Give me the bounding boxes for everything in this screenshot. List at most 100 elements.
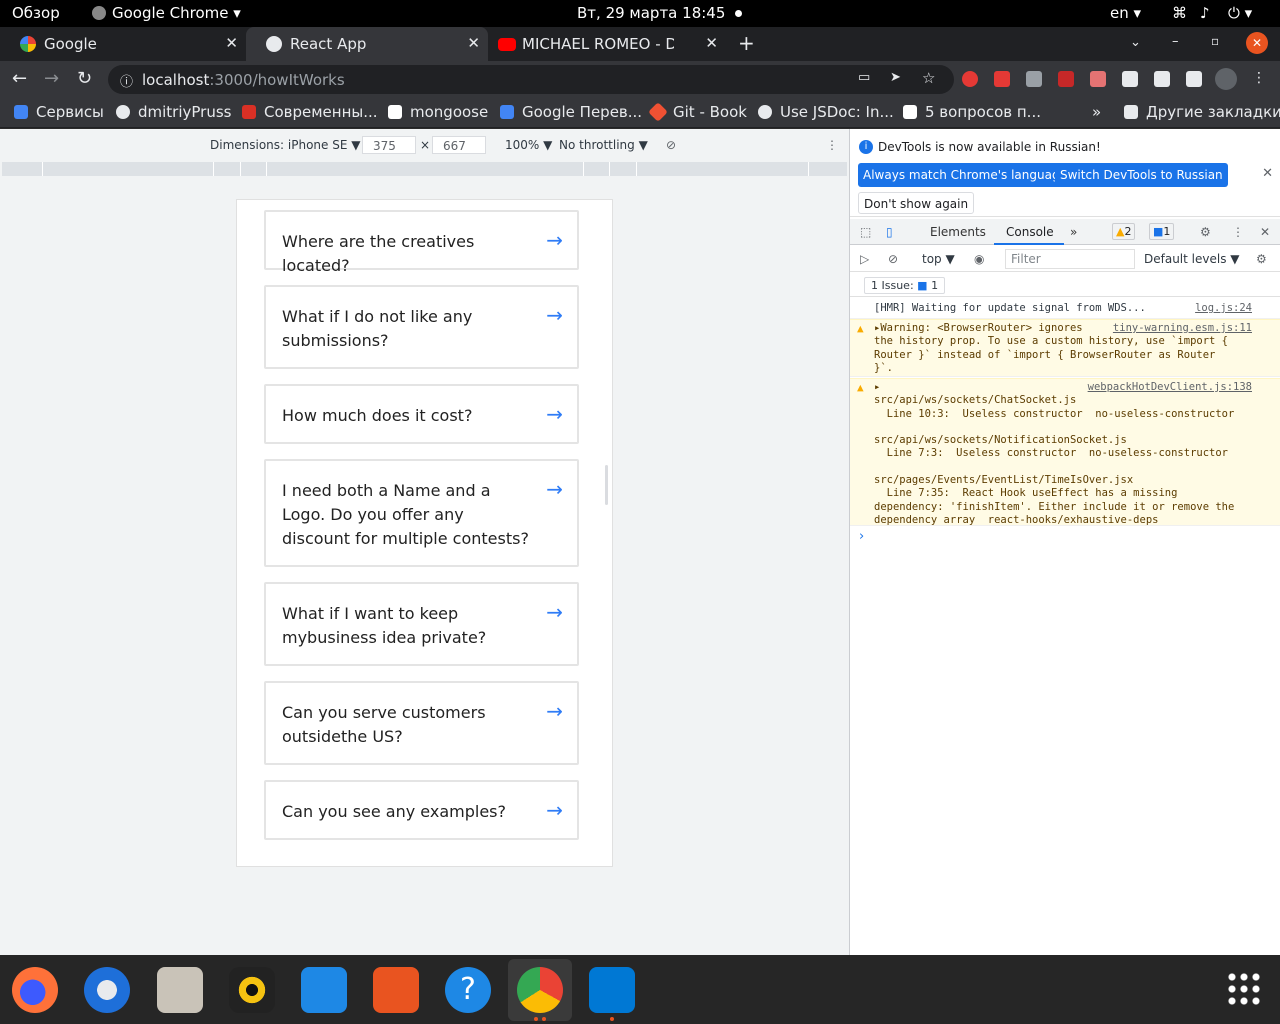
faq-item[interactable]: How much does it cost? →: [264, 384, 579, 444]
levels-select[interactable]: Default levels ▼: [1144, 252, 1240, 266]
faq-item[interactable]: What if I do not like any submissions? →: [264, 285, 579, 369]
bookmark-item[interactable]: Современны...: [242, 103, 378, 121]
install-icon[interactable]: ▭: [858, 70, 870, 85]
writer-icon[interactable]: [301, 967, 347, 1013]
console-warning[interactable]: ▲ ▸Warning: <BrowserRouter> ignores the …: [850, 319, 1280, 377]
throttling-select[interactable]: No throttling ▼: [559, 138, 648, 152]
vscode-icon[interactable]: [589, 967, 635, 1013]
more-tabs-icon[interactable]: »: [1070, 225, 1077, 239]
faq-item[interactable]: Where are the creatives located? →: [264, 210, 579, 275]
extension-icon[interactable]: [1058, 71, 1074, 87]
extension-icon[interactable]: [994, 71, 1010, 87]
messages-badge[interactable]: ■1: [1149, 223, 1175, 240]
language-indicator[interactable]: en ▾: [1110, 4, 1141, 22]
sidepanel-icon[interactable]: [1186, 71, 1202, 87]
faq-item[interactable]: Can you serve customers outsidethe US? →: [264, 681, 579, 765]
close-window-icon[interactable]: ✕: [1246, 32, 1268, 54]
power-icon[interactable]: ⏻ ▾: [1228, 4, 1252, 22]
bookmark-item[interactable]: dmitriyPruss: [116, 103, 231, 121]
bookmark-item[interactable]: Use JSDoc: In...: [758, 103, 894, 121]
warnings-badge[interactable]: ▲2: [1112, 223, 1136, 240]
menu-icon[interactable]: ⋮: [1252, 70, 1266, 86]
close-tab-icon[interactable]: ✕: [467, 34, 480, 52]
bookmark-item[interactable]: 5 вопросов п...: [903, 103, 1041, 121]
clear-console-icon[interactable]: ⊘: [888, 252, 898, 266]
other-bookmarks[interactable]: Другие закладки: [1124, 103, 1280, 121]
rhythmbox-icon[interactable]: [229, 967, 275, 1013]
match-language-button[interactable]: Always match Chrome's language: [858, 163, 1072, 187]
thunderbird-icon[interactable]: [84, 967, 130, 1013]
width-input[interactable]: 375: [362, 136, 416, 154]
filter-input[interactable]: Filter: [1005, 249, 1135, 269]
settings-icon[interactable]: ⚙: [1200, 225, 1211, 239]
firefox-icon[interactable]: [12, 967, 58, 1013]
bookmark-item[interactable]: mongoose: [388, 103, 488, 121]
tab-youtube[interactable]: MICHAEL ROMEO - Div ✕: [488, 27, 728, 61]
close-devtools-icon[interactable]: ✕: [1260, 225, 1270, 239]
extension-icon[interactable]: [1090, 71, 1106, 87]
bookmarks-overflow[interactable]: »: [1092, 103, 1101, 121]
media-icon[interactable]: [1154, 71, 1170, 87]
dont-show-again-button[interactable]: Don't show again: [858, 192, 975, 214]
maximize-icon[interactable]: ▫: [1211, 34, 1219, 48]
software-center-icon[interactable]: [373, 967, 419, 1013]
site-info-icon[interactable]: ⓘ: [120, 71, 133, 90]
minimize-icon[interactable]: –: [1172, 34, 1179, 49]
address-bar[interactable]: ⓘ localhost:3000/howItWorks ▭ ➤ ☆: [108, 65, 954, 94]
tab-google[interactable]: Google ✕: [0, 27, 246, 61]
extension-icon[interactable]: [1026, 71, 1042, 87]
source-link[interactable]: webpackHotDevClient.js:138: [1087, 381, 1252, 395]
tab-react-app[interactable]: React App ✕: [246, 27, 488, 61]
close-infobar-icon[interactable]: ✕: [1262, 166, 1273, 181]
rotate-icon[interactable]: ⊘: [666, 138, 676, 152]
adblock-icon[interactable]: [962, 71, 978, 87]
faq-item[interactable]: Can you see any examples? →: [264, 780, 579, 840]
show-apps-icon[interactable]: [1226, 971, 1262, 1007]
new-tab-button[interactable]: +: [738, 31, 755, 55]
forward-icon[interactable]: →: [44, 68, 59, 89]
bookmark-star-icon[interactable]: ☆: [922, 69, 935, 87]
resize-handle[interactable]: [605, 465, 608, 505]
close-tab-icon[interactable]: ✕: [705, 34, 718, 52]
context-select[interactable]: top ▼: [922, 252, 955, 266]
chrome-icon[interactable]: [517, 967, 563, 1013]
share-icon[interactable]: ➤: [890, 70, 901, 85]
source-link[interactable]: log.js:24: [1195, 302, 1252, 315]
help-icon[interactable]: ?: [445, 967, 491, 1013]
volume-icon[interactable]: ♪: [1200, 4, 1210, 22]
console-settings-icon[interactable]: ⚙: [1256, 252, 1267, 266]
close-tab-icon[interactable]: ✕: [225, 34, 238, 52]
clock[interactable]: Вт, 29 марта 18:45: [577, 4, 743, 22]
source-link[interactable]: tiny-warning.esm.js:11: [1112, 322, 1252, 336]
sidebar-toggle-icon[interactable]: ▷: [860, 252, 869, 266]
more-options-icon[interactable]: ⋮: [826, 138, 838, 152]
tab-elements[interactable]: Elements: [930, 225, 986, 239]
bookmark-item[interactable]: Git - Book: [648, 102, 747, 122]
dimensions-select[interactable]: Dimensions: iPhone SE ▼: [210, 138, 360, 152]
faq-item[interactable]: I need both a Name and a Logo. Do you of…: [264, 459, 579, 567]
app-menu[interactable]: Google Chrome ▾: [92, 4, 241, 22]
zoom-select[interactable]: 100% ▼: [505, 138, 552, 152]
avatar[interactable]: [1215, 68, 1237, 90]
switch-to-russian-button[interactable]: Switch DevTools to Russian: [1055, 163, 1228, 187]
tab-console[interactable]: Console: [1006, 225, 1054, 239]
reload-icon[interactable]: ↻: [77, 68, 92, 89]
eye-icon[interactable]: ◉: [974, 252, 984, 266]
puzzle-icon[interactable]: [1122, 71, 1138, 87]
files-icon[interactable]: [157, 967, 203, 1013]
inspect-icon[interactable]: ⬚: [860, 225, 871, 239]
console-prompt[interactable]: ›: [859, 529, 864, 544]
media-query-ruler[interactable]: [2, 162, 847, 176]
console-warning[interactable]: ▲ ▸ src/api/ws/sockets/ChatSocket.js Lin…: [850, 378, 1280, 526]
faq-item[interactable]: What if I want to keep mybusiness idea p…: [264, 582, 579, 666]
bookmark-services[interactable]: Сервисы: [14, 103, 104, 121]
height-input[interactable]: 667: [432, 136, 486, 154]
more-icon[interactable]: ⋮: [1232, 225, 1244, 239]
tab-search-icon[interactable]: ⌄: [1130, 35, 1141, 50]
bookmark-item[interactable]: Google Перев...: [500, 103, 642, 121]
network-icon[interactable]: ⌘: [1172, 4, 1187, 22]
issues-link[interactable]: 1 Issue: ■ 1: [864, 277, 946, 294]
url-text[interactable]: localhost:3000/howItWorks: [142, 71, 345, 89]
activities-button[interactable]: Обзор: [12, 4, 60, 22]
back-icon[interactable]: ←: [12, 68, 27, 89]
